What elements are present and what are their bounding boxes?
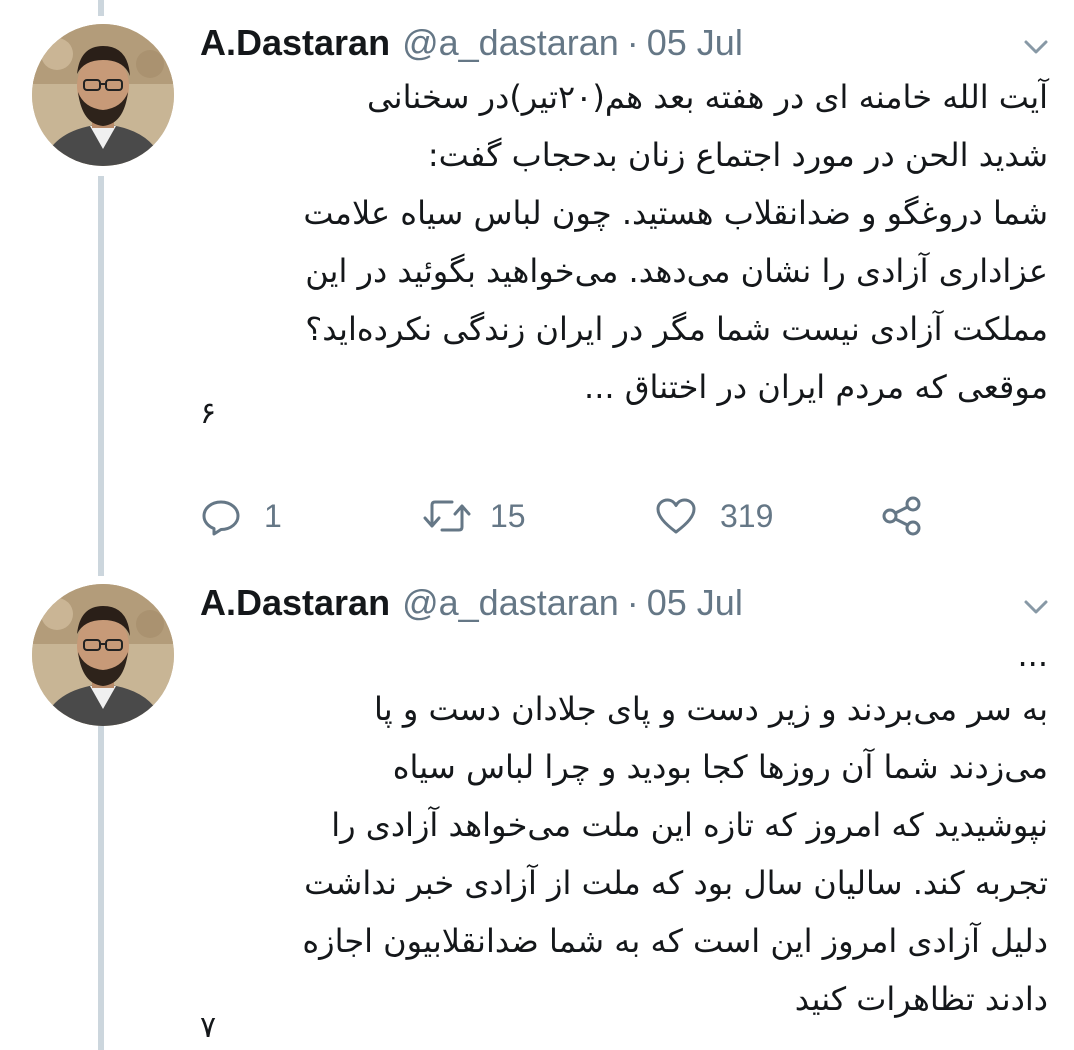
chevron-down-icon[interactable] [1016,592,1056,622]
tweet-line: به سر می‌بردند و زیر دست و پای جلادان دس… [374,690,1048,728]
retweet-icon [422,495,472,537]
tweet-line: تجربه کند. سالیان سال بود که ملت از آزاد… [304,864,1048,902]
heart-icon [654,495,698,537]
tweet-1[interactable]: A.Dastaran @a_dastaran · 05 Jul آیت الله… [0,18,1074,548]
tweet-line: می‌زدند شما آن روزها کجا بودید و چرا لبا… [392,748,1048,786]
tweet-line: موقعی که مردم ایران در اختناق ... [584,368,1048,406]
tweet-header: A.Dastaran @a_dastaran · 05 Jul [200,18,743,68]
author-name[interactable]: A.Dastaran [200,578,390,628]
tweet-line: مملکت آزادی نیست شما مگر در ایران زندگی … [305,310,1048,348]
thread-line-top [98,0,104,16]
header-separator: · [626,582,639,623]
author-handle[interactable]: @a_dastaran [402,18,619,68]
tweet-line: دلیل آزادی امروز این است که به شما ضدانق… [302,922,1048,960]
tweet-line: شما دروغگو و ضدانقلاب هستید. چون لباس سی… [303,194,1048,232]
avatar-image [32,24,174,166]
thread-page-number: ۷ [200,1010,217,1045]
retweet-count: 15 [490,497,526,534]
tweet-line: شدید الحن در مورد اجتماع زنان بدحجاب گفت… [427,136,1048,174]
tweet-actions: 1 15 319 [200,488,940,544]
like-button[interactable]: 319 [654,488,773,544]
tweet-date[interactable]: 05 Jul [647,18,743,68]
tweet-line: نپوشیدید که امروز که تازه این ملت می‌خوا… [331,806,1048,844]
reply-button[interactable]: 1 [200,488,282,544]
tweet-date[interactable]: 05 Jul [647,578,743,628]
author-handle[interactable]: @a_dastaran [402,578,619,628]
tweet-line: عزاداری آزادی را نشان می‌دهد. می‌خواهید … [305,252,1048,290]
avatar[interactable] [32,584,174,726]
like-count: 319 [720,497,774,534]
thread-page-number: ۶ [200,396,217,431]
tweet-line: آیت الله خامنه ای در هفته بعد هم(۲۰تیر)د… [366,78,1048,116]
tweet-body: ... به سر می‌بردند و زیر دست و پای جلادا… [200,630,1048,1028]
share-icon [880,494,924,538]
tweet-2[interactable]: A.Dastaran @a_dastaran · 05 Jul ... به س… [0,578,1074,1050]
tweet-header: A.Dastaran @a_dastaran · 05 Jul [200,578,743,628]
retweet-button[interactable]: 15 [422,488,526,544]
tweet-body: آیت الله خامنه ای در هفته بعد هم(۲۰تیر)د… [200,68,1048,416]
tweet-ellipsis: ... [1017,636,1048,674]
share-button[interactable] [880,488,924,544]
avatar-image [32,584,174,726]
tweet-line: دادند تظاهرات کنید [794,980,1048,1018]
reply-count: 1 [264,497,282,534]
author-name[interactable]: A.Dastaran [200,18,390,68]
reply-icon [200,495,242,537]
chevron-down-icon[interactable] [1016,32,1056,62]
header-separator: · [626,22,639,63]
avatar[interactable] [32,24,174,166]
